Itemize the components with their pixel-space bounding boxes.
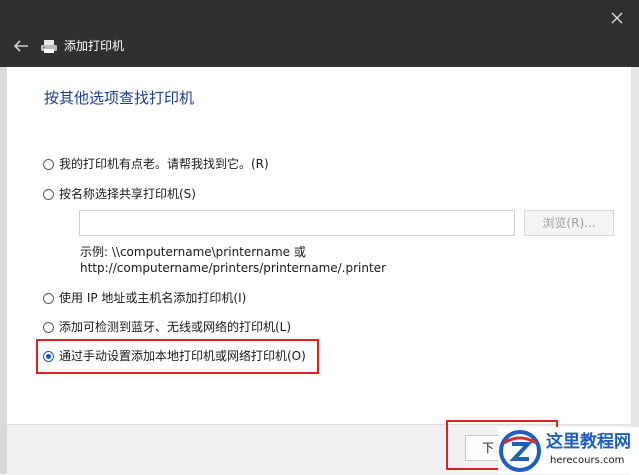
radio-shared-by-name[interactable]	[43, 188, 54, 200]
option-ip-address[interactable]: 使用 IP 地址或主机名添加打印机(I)	[43, 288, 246, 308]
example-text-line2: http://computername/printers/printername…	[80, 261, 387, 275]
printer-icon	[41, 40, 57, 53]
option-old-printer[interactable]: 我的打印机有点老。请帮我找到它。(R)	[43, 154, 269, 174]
selected-option-highlight	[36, 339, 319, 374]
close-icon[interactable]	[608, 9, 626, 27]
option-shared-by-name[interactable]: 按名称选择共享打印机(S)	[43, 184, 196, 204]
shared-printer-input[interactable]	[79, 210, 515, 236]
page-heading: 按其他选项查找打印机	[44, 89, 195, 107]
radio-old-printer[interactable]	[43, 158, 54, 170]
option-label: 添加可检测到蓝牙、无线或网络的打印机(L)	[59, 320, 292, 334]
title-bar: 添加打印机	[0, 0, 639, 67]
radio-ip-address[interactable]	[43, 292, 54, 304]
watermark: 这里教程网 herecours.com	[498, 427, 639, 474]
option-bluetooth-wireless[interactable]: 添加可检测到蓝牙、无线或网络的打印机(L)	[43, 317, 291, 337]
watermark-logo-icon	[499, 430, 541, 472]
example-text-line1: 示例: \\computername\printername 或	[80, 245, 306, 259]
window-title: 添加打印机	[64, 39, 125, 53]
arrow-left-icon[interactable]	[12, 38, 30, 54]
radio-bluetooth-wireless[interactable]	[43, 321, 54, 333]
window-edge-left	[0, 67, 7, 474]
watermark-title: 这里教程网	[546, 432, 631, 452]
option-label: 按名称选择共享打印机(S)	[59, 187, 196, 201]
option-label: 使用 IP 地址或主机名添加打印机(I)	[59, 291, 247, 305]
browse-button[interactable]: 浏览(R)...	[524, 210, 614, 236]
window-edge-right	[631, 67, 639, 474]
watermark-url: herecours.com	[550, 455, 625, 466]
option-label: 我的打印机有点老。请帮我找到它。(R)	[59, 157, 269, 171]
